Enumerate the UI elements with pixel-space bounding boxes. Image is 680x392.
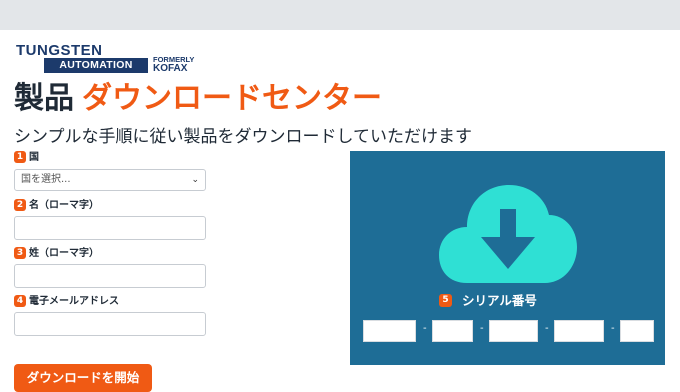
step-badge-3: 3 [14, 247, 26, 259]
country-select-value: 国を選択... [21, 174, 71, 185]
cloud-download-icon [439, 185, 577, 283]
first-name-input[interactable] [14, 216, 206, 240]
step-badge-2: 2 [14, 199, 26, 211]
logo-automation-text: AUTOMATION [44, 58, 148, 73]
first-name-field-label: 2 名（ローマ字） [14, 199, 99, 213]
top-bar [0, 0, 680, 30]
last-name-field-label: 3 姓（ローマ字） [14, 247, 99, 261]
step-badge-1: 1 [14, 151, 26, 163]
serial-segment-5-input[interactable] [620, 320, 654, 342]
serial-segment-3-input[interactable] [489, 320, 538, 342]
page-subtitle: シンプルな手順に従い製品をダウンロードしていただけます [14, 127, 472, 147]
logo-tungsten-text: TUNGSTEN [16, 42, 103, 59]
country-label-text: 国 [29, 152, 39, 163]
serial-separator: - [545, 323, 549, 334]
serial-segment-4-input[interactable] [554, 320, 604, 342]
step-badge-4: 4 [14, 295, 26, 307]
first-name-label-text: 名（ローマ字） [29, 200, 99, 211]
serial-segment-1-input[interactable] [363, 320, 416, 342]
serial-separator: - [480, 323, 484, 334]
logo-kofax-text: KOFAX [153, 63, 188, 74]
last-name-label-text: 姓（ローマ字） [29, 248, 99, 259]
email-label-text: 電子メールアドレス [29, 296, 119, 307]
serial-separator: - [611, 323, 615, 334]
serial-segment-2-input[interactable] [432, 320, 473, 342]
page-title-part2: ダウンロードセンター [82, 81, 382, 116]
last-name-input[interactable] [14, 264, 206, 288]
serial-number-panel: 5 シリアル番号 - - - - [350, 151, 665, 365]
serial-number-label: 5 シリアル番号 [439, 294, 537, 308]
serial-separator: - [423, 323, 427, 334]
country-select[interactable]: 国を選択... ⌄ [14, 169, 206, 191]
serial-number-label-text: シリアル番号 [462, 293, 537, 308]
country-field-label: 1国 [14, 151, 39, 165]
page-title-part1: 製品 [14, 81, 74, 116]
chevron-down-icon: ⌄ [191, 175, 199, 185]
email-field-label: 4 電子メールアドレス [14, 295, 119, 309]
email-input[interactable] [14, 312, 206, 336]
start-download-button[interactable]: ダウンロードを開始 [14, 364, 152, 392]
page-title: 製品 ダウンロードセンター [14, 80, 382, 118]
step-badge-5: 5 [439, 294, 452, 307]
